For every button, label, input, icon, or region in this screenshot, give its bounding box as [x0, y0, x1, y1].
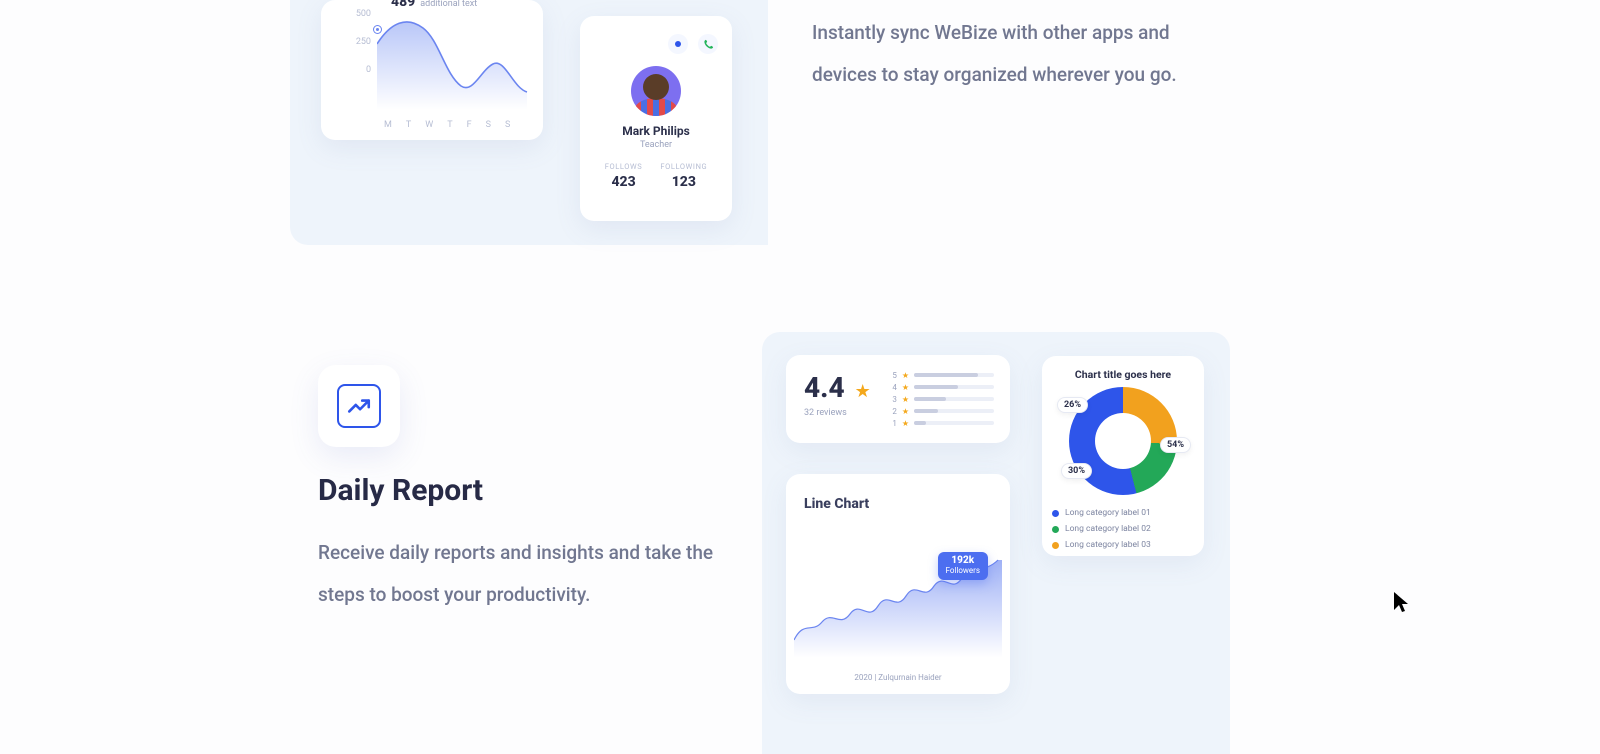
rating-row: 5★: [891, 369, 994, 381]
status-dot-icon[interactable]: [668, 34, 688, 54]
legend-label: Long category label 03: [1065, 540, 1151, 550]
donut-legend: Long category label 01 Long category lab…: [1052, 505, 1194, 553]
y-tick: 250: [349, 28, 371, 56]
donut-chart: 26% 30% 54%: [1069, 387, 1177, 495]
legend-item: Long category label 01: [1052, 505, 1194, 521]
legend-label: Long category label 01: [1065, 508, 1151, 518]
donut-chart-card: Chart title goes here 26% 30% 54% Long c…: [1042, 356, 1204, 556]
star-icon: ★: [902, 383, 909, 392]
star-icon: ★: [902, 371, 909, 380]
rating-bucket: 1: [891, 419, 897, 428]
sync-description: Instantly sync WeBize with other apps an…: [812, 12, 1222, 96]
rating-bucket: 4: [891, 383, 897, 392]
legend-label: Long category label 02: [1065, 524, 1151, 534]
rating-distribution: 5★ 4★ 3★ 2★ 1★: [891, 369, 994, 429]
star-icon: ★: [855, 381, 871, 402]
weekly-activity-chart: 489 additional text 500 250 0 M T W T F: [321, 0, 543, 140]
x-tick: W: [425, 120, 433, 130]
feature-title: Daily Report: [318, 473, 758, 508]
profile-name: Mark Philips: [580, 124, 732, 138]
rating-row: 4★: [891, 381, 994, 393]
donut-slice-badge: 26%: [1057, 397, 1088, 413]
x-tick: M: [384, 120, 392, 130]
y-tick: 500: [349, 0, 371, 28]
line-chart-title: Line Chart: [804, 496, 992, 512]
x-tick: T: [447, 120, 452, 130]
profile-role: Teacher: [580, 140, 732, 150]
line-chart-icon: [337, 384, 381, 428]
legend-item: Long category label 03: [1052, 537, 1194, 553]
y-tick: 0: [349, 56, 371, 84]
donut-slice-badge: 30%: [1061, 463, 1092, 479]
rating-bucket: 5: [891, 371, 897, 380]
avatar: [631, 66, 681, 116]
weekly-chart-highlight-dot: [374, 26, 381, 33]
star-icon: ★: [902, 407, 909, 416]
weekly-area-plot: [377, 4, 532, 110]
weekly-chart-y-axis: 500 250 0: [349, 0, 371, 84]
line-chart-footer: 2020 | Zulqurnain Haider: [786, 673, 1010, 682]
rating-row: 2★: [891, 405, 994, 417]
sync-illustration-panel: 489 additional text 500 250 0 M T W T F: [290, 0, 768, 245]
tooltip-label: Followers: [946, 566, 980, 575]
ratings-card: 4.4 ★ 32 reviews 5★ 4★ 3★ 2★ 1★: [786, 355, 1010, 443]
rating-bucket: 3: [891, 395, 897, 404]
feature-icon-tile: [318, 365, 400, 447]
x-tick: T: [406, 120, 411, 130]
report-illustration-panel: 4.4 ★ 32 reviews 5★ 4★ 3★ 2★ 1★: [762, 332, 1230, 754]
profile-stat-label: FOLLOWS: [605, 162, 643, 171]
profile-following-stat: FOLLOWING 123: [660, 162, 707, 190]
weekly-chart-x-axis: M T W T F S S: [384, 120, 510, 130]
feature-description: Receive daily reports and insights and t…: [318, 532, 738, 616]
line-chart-tooltip: 192k Followers: [938, 552, 988, 580]
profile-follows-stat: FOLLOWS 423: [605, 162, 643, 190]
legend-item: Long category label 02: [1052, 521, 1194, 537]
profile-stat-label: FOLLOWING: [660, 162, 707, 171]
donut-slice-badge: 54%: [1160, 437, 1191, 453]
rating-bucket: 2: [891, 407, 897, 416]
star-icon: ★: [902, 419, 909, 428]
profile-card: Mark Philips Teacher FOLLOWS 423 FOLLOWI…: [580, 16, 732, 221]
tooltip-value: 192k: [946, 556, 980, 566]
profile-stat-value: 423: [611, 174, 635, 190]
star-icon: ★: [902, 395, 909, 404]
feature-daily-report: Daily Report Receive daily reports and i…: [318, 365, 758, 616]
call-icon[interactable]: [698, 34, 718, 54]
cursor-icon: [1392, 590, 1410, 614]
x-tick: F: [467, 120, 472, 130]
rating-row: 1★: [891, 417, 994, 429]
profile-stat-value: 123: [672, 174, 696, 190]
rating-row: 3★: [891, 393, 994, 405]
rating-score: 4.4: [804, 371, 845, 404]
line-chart-card: Line Chart 192k Followers 2020 | Zulqurn…: [786, 474, 1010, 694]
x-tick: S: [486, 120, 491, 130]
x-tick: S: [505, 120, 510, 130]
donut-chart-title: Chart title goes here: [1052, 368, 1194, 381]
